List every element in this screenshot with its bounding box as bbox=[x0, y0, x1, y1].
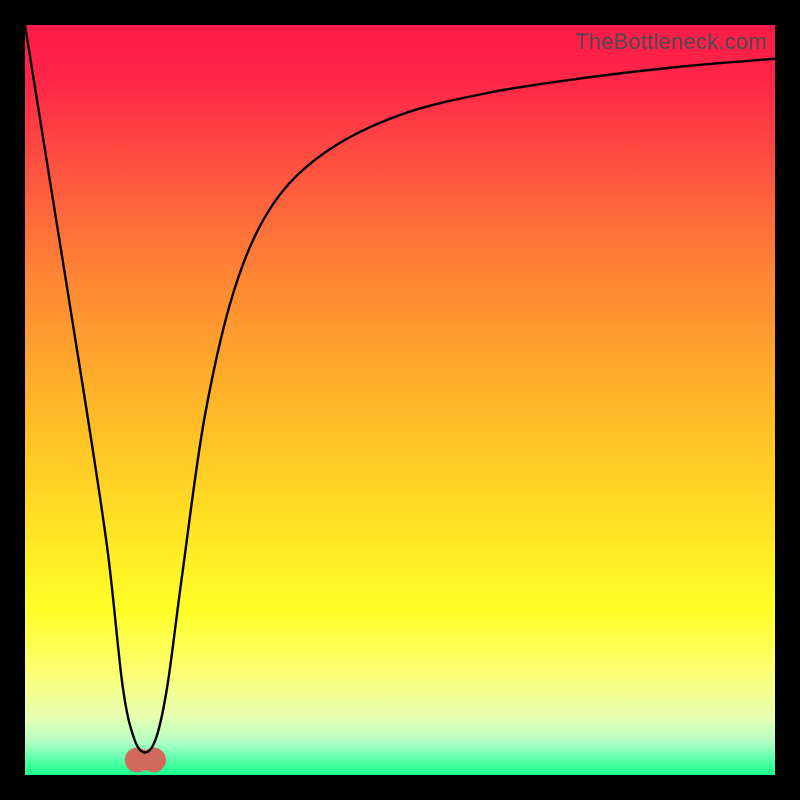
gradient-background bbox=[25, 25, 775, 775]
plot-area: TheBottleneck.com bbox=[25, 25, 775, 775]
bottleneck-chart bbox=[25, 25, 775, 775]
chart-frame: TheBottleneck.com bbox=[0, 0, 800, 800]
watermark-text: TheBottleneck.com bbox=[575, 29, 767, 55]
